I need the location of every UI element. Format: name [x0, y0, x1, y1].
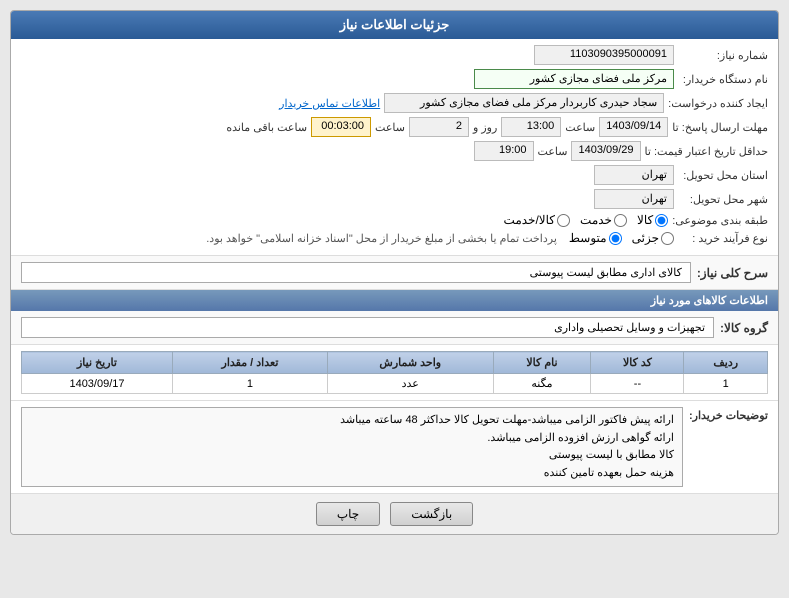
- mohlat-ersal-time: 13:00: [501, 117, 561, 137]
- noe-jozi-label: جزئی: [632, 231, 659, 245]
- mohlat-ersal-date: 1403/09/14: [599, 117, 668, 137]
- col-tedad: تعداد / مقدار: [172, 352, 327, 374]
- notes-label: توضیحات خریدار:: [689, 409, 768, 422]
- saet-mande-value: 00:03:00: [311, 117, 371, 137]
- mande-label: ساعت باقی مانده: [226, 121, 307, 134]
- tabaghe-label: طبقه بندی موضوعی:: [672, 214, 768, 227]
- tabaghe-row: طبقه بندی موضوعی: کالا خدمت کالا/خدمت: [21, 213, 768, 227]
- ostan-row: استان محل تحویل: تهران: [21, 165, 768, 185]
- ijad-konande-row: ایجاد کننده درخواست: سجاد حیدری کاربردار…: [21, 93, 768, 113]
- noe-farayand-text: پرداخت تمام یا بخشی از مبلغ خریدار از مح…: [206, 232, 557, 245]
- grohe-kala-value: تجهیزات و وسایل تحصیلی واداری: [21, 317, 714, 338]
- nam-dastgah-label: نام دستگاه خریدار:: [678, 73, 768, 86]
- grohe-kala-row: گروه کالا: تجهیزات و وسایل تحصیلی واداری: [11, 311, 778, 345]
- ostan-value: تهران: [594, 165, 674, 185]
- col-tarikh: تاریخ نیاز: [22, 352, 173, 374]
- main-container: جزئیات اطلاعات نیاز شماره نیاز: 11030903…: [10, 10, 779, 535]
- sarh-label: سرح کلی نیاز:: [697, 266, 768, 280]
- mohlat-ersal-row: مهلت ارسال پاسخ: تا 1403/09/14 ساعت 13:0…: [21, 117, 768, 137]
- table-wrapper: ردیف کد کالا نام کالا واحد شمارش تعداد /…: [11, 345, 778, 400]
- ijad-konande-value: سجاد حیدری کاربردار مرکز ملی فضای مجازی …: [384, 93, 664, 113]
- hadat-label: حداقل تاریخ اعتبار قیمت: تا: [645, 145, 768, 158]
- nam-dastgah-value: مرکز ملی فضای مجازی کشور: [474, 69, 674, 89]
- noe-farayand-row: نوع فرآیند خرید : جزئی متوسط پرداخت تمام…: [21, 231, 768, 245]
- hadat-row: حداقل تاریخ اعتبار قیمت: تا 1403/09/29 س…: [21, 141, 768, 161]
- shahr-value: تهران: [594, 189, 674, 209]
- shomare-niaz-label: شماره نیاز:: [678, 49, 768, 62]
- col-kod: کد کالا: [591, 352, 684, 374]
- tabaghe-kala-label: کالا: [637, 213, 653, 227]
- table-header-row: ردیف کد کالا نام کالا واحد شمارش تعداد /…: [22, 352, 768, 374]
- ostan-label: استان محل تحویل:: [678, 169, 768, 182]
- ruz-value: 2: [409, 117, 469, 137]
- nam-dastgah-row: نام دستگاه خریدار: مرکز ملی فضای مجازی ک…: [21, 69, 768, 89]
- notes-section: توضیحات خریدار: ارائه پیش فاکتور الزامی …: [11, 400, 778, 493]
- shahr-label: شهر محل تحویل:: [678, 193, 768, 206]
- tabaghe-khadamat-label: خدمت: [580, 213, 612, 227]
- chap-button[interactable]: چاپ: [316, 502, 380, 526]
- ruz-label: روز و: [473, 121, 497, 134]
- bazgasht-button[interactable]: بازگشت: [390, 502, 473, 526]
- noe-jozi-radio[interactable]: [661, 232, 674, 245]
- page-title: جزئیات اطلاعات نیاز: [340, 17, 450, 32]
- col-nam: نام کالا: [493, 352, 591, 374]
- mohlat-ersal-label: مهلت ارسال پاسخ: تا: [672, 121, 768, 134]
- noe-motavaset-label: متوسط: [569, 231, 607, 245]
- col-vahed: واحد شمارش: [327, 352, 493, 374]
- kala-info-title: اطلاعات کالاهای مورد نیاز: [11, 290, 778, 311]
- tabaghe-kala-khadamat-item[interactable]: کالا/خدمت: [504, 213, 570, 227]
- hadat-date: 1403/09/29: [571, 141, 640, 161]
- shomare-niaz-row: شماره نیاز: 1103090395000091: [21, 45, 768, 65]
- tabaghe-kala-khadamat-radio[interactable]: [557, 214, 570, 227]
- kala-table: ردیف کد کالا نام کالا واحد شمارش تعداد /…: [21, 351, 768, 394]
- saet-label: ساعت: [565, 121, 595, 134]
- tabaghe-khadamat-item[interactable]: خدمت: [580, 213, 627, 227]
- saet-label3: ساعت: [538, 145, 568, 158]
- noe-motavaset-item[interactable]: متوسط: [569, 231, 622, 245]
- tabaghe-radio-group: کالا خدمت کالا/خدمت: [504, 213, 669, 227]
- tabaghe-kala-radio[interactable]: [655, 214, 668, 227]
- info-section: شماره نیاز: 1103090395000091 نام دستگاه …: [11, 39, 778, 256]
- page-header: جزئیات اطلاعات نیاز: [11, 11, 778, 39]
- noe-motavaset-radio[interactable]: [609, 232, 622, 245]
- noe-farayand-label: نوع فرآیند خرید :: [678, 232, 768, 245]
- noe-farayand-radio-group: جزئی متوسط: [569, 231, 674, 245]
- ijad-konande-label: ایجاد کننده درخواست:: [668, 97, 768, 110]
- button-row: بازگشت چاپ: [11, 493, 778, 534]
- ettelaat-link[interactable]: اطلاعات تماس خریدار: [279, 97, 380, 110]
- saet-label2: ساعت: [375, 121, 405, 134]
- table-row: 1--مگنهعدد11403/09/17: [22, 374, 768, 394]
- sarh-value: کالای اداری مطابق لیست پیوستی: [21, 262, 691, 283]
- hadat-time: 19:00: [474, 141, 534, 161]
- noe-jozi-item[interactable]: جزئی: [632, 231, 674, 245]
- tabaghe-khadamat-radio[interactable]: [614, 214, 627, 227]
- tabaghe-kala-khadamat-label: کالا/خدمت: [504, 213, 555, 227]
- tabaghe-kala-item[interactable]: کالا: [637, 213, 668, 227]
- sarh-row: سرح کلی نیاز: کالای اداری مطابق لیست پیو…: [11, 256, 778, 290]
- shahr-row: شهر محل تحویل: تهران: [21, 189, 768, 209]
- grohe-kala-label: گروه کالا:: [720, 321, 768, 335]
- col-radif: ردیف: [684, 352, 768, 374]
- shomare-niaz-value: 1103090395000091: [534, 45, 674, 65]
- notes-box: ارائه پیش فاکتور الزامی میباشد-مهلت تحوی…: [21, 407, 683, 487]
